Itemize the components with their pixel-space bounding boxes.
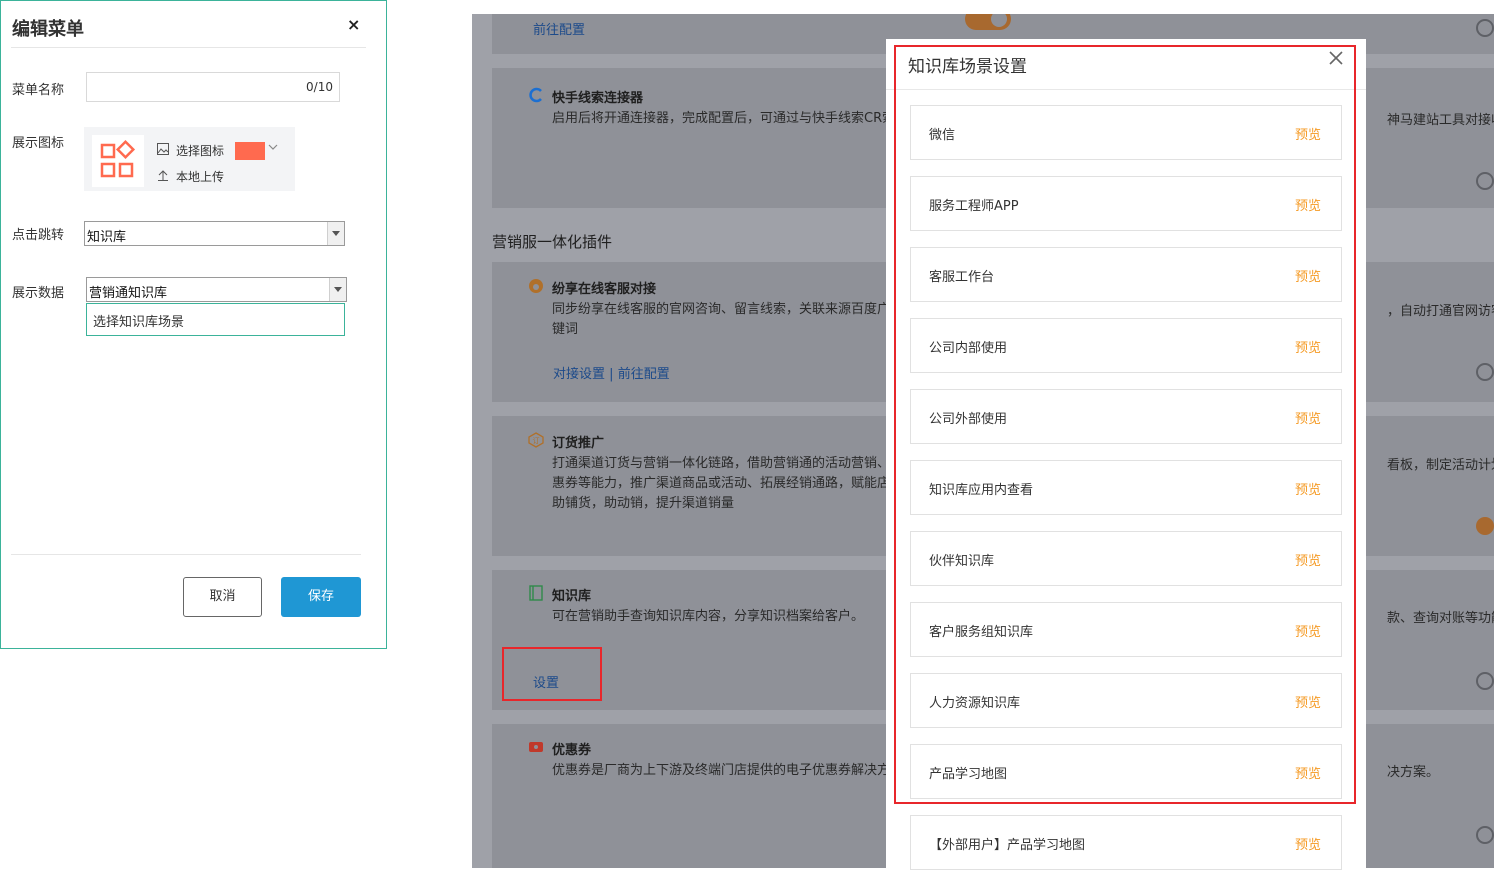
card-title: 优惠券 bbox=[552, 743, 592, 758]
card-title: 纷享在线客服对接 bbox=[552, 282, 657, 297]
panel-title: 编辑菜单 bbox=[12, 19, 84, 40]
click-jump-select[interactable]: 知识库 bbox=[84, 221, 345, 246]
divider bbox=[11, 554, 361, 555]
coupon-icon bbox=[528, 739, 544, 755]
book-icon bbox=[528, 585, 544, 601]
order-icon: 订 bbox=[528, 432, 544, 448]
config-link[interactable]: 前往配置 bbox=[618, 367, 670, 382]
toggle-switch[interactable] bbox=[1476, 826, 1494, 844]
card-desc-right: 看板，制定活动计划 bbox=[1387, 458, 1494, 473]
scene-item: 【外部用户】产品学习地图 预览 bbox=[910, 815, 1342, 870]
connect-settings-link[interactable]: 对接设置 bbox=[553, 367, 605, 382]
save-button[interactable]: 保存 bbox=[281, 577, 361, 617]
click-jump-label: 点击跳转 bbox=[12, 228, 65, 243]
dropdown-arrow-icon[interactable] bbox=[327, 222, 344, 245]
card-desc: 同步纷享在线客服的官网咨询、留言线索，关联来源百度广关键词 bbox=[552, 302, 904, 337]
toggle-switch[interactable] bbox=[1476, 672, 1494, 690]
cancel-button[interactable]: 取消 bbox=[183, 577, 262, 617]
display-data-select[interactable]: 营销通知识库 bbox=[86, 277, 347, 302]
card-desc-right: 决方案。 bbox=[1387, 765, 1440, 780]
card-desc-right: 神马建站工具对接收集 bbox=[1387, 113, 1494, 128]
local-upload-label: 本地上传 bbox=[176, 170, 225, 184]
edit-menu-panel: 编辑菜单 × 菜单名称 0/10 展示图标 选择图标 本地上传 点击跳转 知识库… bbox=[0, 0, 387, 649]
annotation-highlight bbox=[894, 45, 1356, 804]
color-swatch[interactable] bbox=[235, 142, 265, 160]
config-link[interactable]: 前往配置 bbox=[533, 19, 585, 38]
icon-picker: 选择图标 本地上传 bbox=[84, 127, 295, 191]
kuaishou-icon bbox=[528, 87, 544, 103]
menu-name-label: 菜单名称 bbox=[12, 83, 65, 98]
dropdown-arrow-icon[interactable] bbox=[329, 278, 346, 301]
preview-link[interactable]: 预览 bbox=[1295, 834, 1321, 853]
close-icon[interactable]: × bbox=[347, 15, 360, 34]
link-row: 对接设置 | 前往配置 bbox=[553, 363, 670, 382]
display-data-label: 展示数据 bbox=[12, 286, 65, 301]
section-heading: 营销服一体化插件 bbox=[492, 233, 613, 251]
display-icon-label: 展示图标 bbox=[12, 136, 65, 151]
local-upload-button[interactable]: 本地上传 bbox=[157, 168, 224, 185]
toggle-switch[interactable] bbox=[1476, 19, 1494, 37]
annotation-highlight bbox=[502, 647, 602, 701]
card-title: 快手线索连接器 bbox=[552, 91, 644, 106]
display-data-value: 营销通知识库 bbox=[89, 286, 168, 301]
click-jump-value: 知识库 bbox=[87, 230, 127, 245]
select-icon-label: 选择图标 bbox=[176, 144, 225, 158]
card-desc-right: 款、查询对账等功能 bbox=[1387, 611, 1494, 626]
scene-name: 【外部用户】产品学习地图 bbox=[929, 838, 1086, 853]
toggle-switch[interactable] bbox=[1476, 363, 1494, 381]
menu-name-input[interactable]: 0/10 bbox=[86, 72, 340, 102]
char-counter: 0/10 bbox=[306, 80, 333, 94]
upload-icon bbox=[157, 169, 171, 184]
card-desc-right: ，自动打通官网访客与 bbox=[1387, 304, 1494, 319]
card-title: 订货推广 bbox=[552, 436, 605, 451]
svg-text:订: 订 bbox=[533, 436, 540, 445]
card-title: 知识库 bbox=[552, 589, 592, 604]
toggle-switch[interactable] bbox=[965, 14, 1011, 30]
card-desc: 优惠券是厂商为上下游及终端门店提供的电子优惠券解决方 bbox=[552, 763, 891, 778]
dropdown-option-select-scene[interactable]: 选择知识库场景 bbox=[86, 303, 345, 336]
select-icon-button[interactable]: 选择图标 bbox=[157, 142, 224, 159]
toggle-switch[interactable] bbox=[1476, 172, 1494, 190]
image-icon bbox=[157, 143, 171, 158]
customer-service-icon bbox=[528, 278, 544, 294]
chevron-down-icon[interactable] bbox=[268, 143, 278, 154]
card-desc: 启用后将开通连接器，完成配置后，可通过与快手线索CR索。 bbox=[552, 111, 909, 126]
link-separator: | bbox=[609, 367, 614, 382]
toggle-switch[interactable] bbox=[1476, 517, 1494, 535]
divider bbox=[11, 47, 366, 48]
apps-icon bbox=[92, 135, 144, 187]
card-desc: 打通渠道订货与营销一体化链路，借助营销通的活动营销、优惠券等能力，推广渠道商品或… bbox=[552, 456, 904, 511]
